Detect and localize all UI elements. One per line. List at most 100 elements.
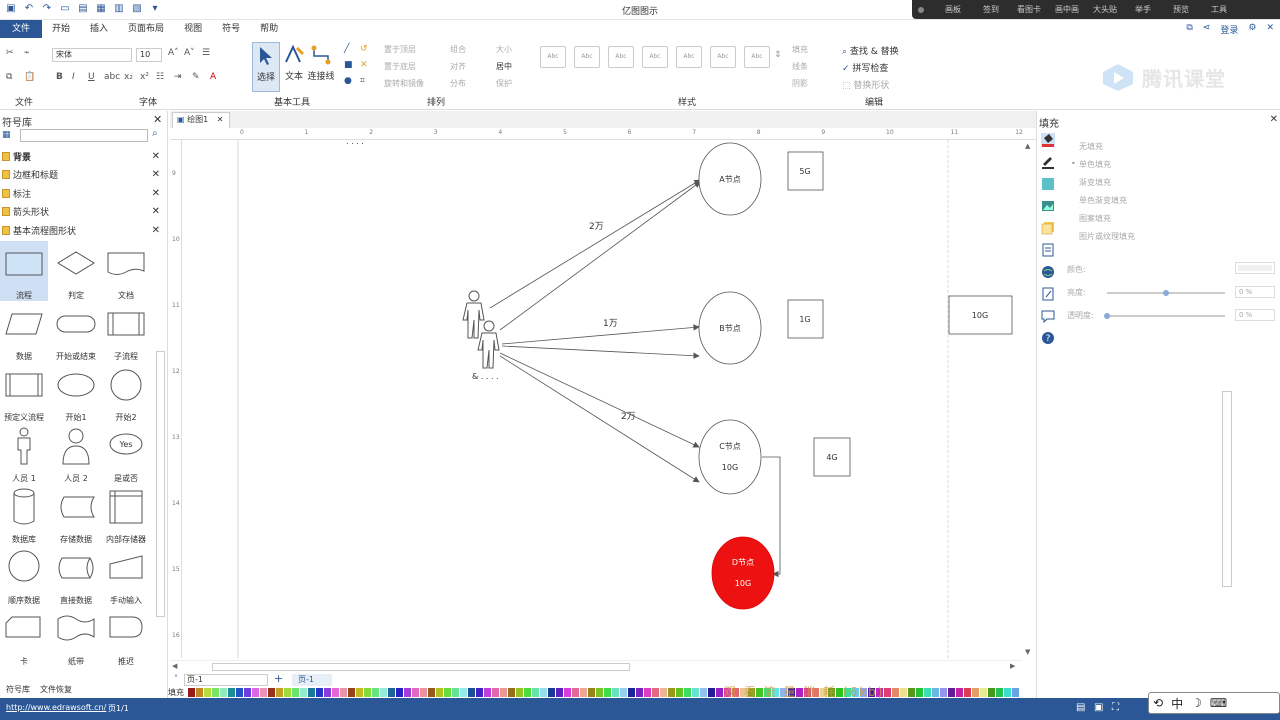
color-swatch[interactable] (692, 688, 699, 697)
format-painter-icon[interactable]: ⌁ (24, 48, 29, 58)
color-swatch[interactable] (660, 688, 667, 697)
toolbar-grip-icon[interactable] (918, 6, 924, 13)
color-swatch[interactable] (652, 688, 659, 697)
anchor-icon[interactable]: ⌗ (360, 76, 365, 86)
style-preset[interactable]: Abc (608, 46, 634, 68)
color-swatch[interactable] (716, 688, 723, 697)
solid-fill-option[interactable]: • 单色填充 (1071, 159, 1111, 170)
color-swatch[interactable] (284, 688, 291, 697)
shape-start-1[interactable]: 开始1 (52, 363, 100, 423)
no-fill-option[interactable]: 无填充 (1079, 141, 1103, 152)
category-arrows[interactable]: 箭头形状 ✕ (0, 202, 166, 220)
color-swatch[interactable] (612, 688, 619, 697)
shape-database[interactable]: 数据库 (0, 485, 48, 545)
cross-icon[interactable]: ✕ (360, 60, 368, 70)
menu-help[interactable]: 帮助 (250, 20, 288, 38)
color-swatch[interactable] (564, 688, 571, 697)
style-preset[interactable]: Abc (574, 46, 600, 68)
scroll-right-icon[interactable]: ▶ (1010, 662, 1015, 670)
color-swatch[interactable] (556, 688, 563, 697)
center-button[interactable]: 居中 (496, 61, 512, 72)
line-icon[interactable]: ╱ (344, 44, 349, 54)
scroll-down-icon[interactable]: ▼ (1025, 648, 1030, 656)
strikethrough-icon[interactable]: abc (104, 72, 120, 82)
spell-check-button[interactable]: ✓ 拼写检查 (842, 61, 888, 74)
distribute-button[interactable]: 分布 (450, 78, 466, 89)
color-swatch[interactable] (540, 688, 547, 697)
color-swatch[interactable] (684, 688, 691, 697)
moon-icon[interactable]: ☽ (1191, 696, 1202, 710)
toolbar-item-preview[interactable]: 预览 (1162, 4, 1200, 15)
dock-icon[interactable]: ⧉ (1186, 23, 1192, 36)
document-tab[interactable]: ▣ 绘图1 ✕ (172, 112, 230, 128)
color-swatch[interactable] (916, 688, 923, 697)
align-button[interactable]: 对齐 (450, 61, 466, 72)
shape-card[interactable]: 卡 (0, 607, 48, 667)
edge-to-b-2[interactable] (501, 345, 700, 359)
login-link[interactable]: 登录 (1220, 23, 1238, 36)
font-color-icon[interactable]: A (210, 72, 216, 82)
color-swatch[interactable] (324, 688, 331, 697)
color-swatch[interactable] (524, 688, 531, 697)
style-preset[interactable]: Abc (642, 46, 668, 68)
color-swatch[interactable] (308, 688, 315, 697)
fullscreen-icon[interactable]: ⛶ (1112, 702, 1119, 713)
toolbar-item-tools[interactable]: 工具 (1200, 4, 1238, 15)
color-swatch[interactable] (332, 688, 339, 697)
edge-person1-to-a[interactable] (489, 179, 701, 309)
category-background[interactable]: 背景 ✕ (0, 147, 166, 165)
share-icon[interactable]: ⋖ (1203, 23, 1211, 36)
close-icon[interactable]: ✕ (152, 188, 160, 199)
color-swatch[interactable] (300, 688, 307, 697)
globe-icon[interactable] (1041, 265, 1055, 279)
rectangle-icon[interactable]: ■ (344, 60, 353, 70)
shape-start-2[interactable]: 开始2 (102, 363, 150, 423)
shape-person-1[interactable]: 人员 1 (0, 424, 48, 484)
color-swatch[interactable] (492, 688, 499, 697)
fill-style-button[interactable]: 填充 (792, 44, 808, 55)
color-swatch[interactable] (292, 688, 299, 697)
shape-person-2[interactable]: 人员 2 (52, 424, 100, 484)
horizontal-scroll-thumb[interactable] (212, 663, 630, 671)
paste-icon[interactable]: 📋 (24, 72, 35, 82)
color-swatch[interactable] (700, 688, 707, 697)
find-replace-button[interactable]: ⌕ 查找 & 替换 (842, 44, 899, 57)
color-swatch[interactable] (212, 688, 219, 697)
superscript-icon[interactable]: x² (140, 72, 149, 82)
color-swatch[interactable] (516, 688, 523, 697)
font-family-select[interactable]: 宋体 (52, 48, 132, 62)
color-swatch[interactable] (948, 688, 955, 697)
fill-bucket-icon[interactable] (1041, 133, 1055, 147)
close-icon[interactable]: ✕ (152, 151, 160, 162)
color-swatch[interactable] (356, 688, 363, 697)
website-link[interactable]: http://www.edrawsoft.cn/ (6, 703, 106, 712)
edge-to-c-1[interactable] (499, 352, 700, 448)
shrink-font-icon[interactable]: A˅ (184, 48, 195, 58)
grow-font-icon[interactable]: A˄ (168, 48, 179, 58)
collapse-icon[interactable]: ˄ (174, 674, 178, 683)
transparency-slider[interactable] (1104, 313, 1225, 319)
italic-icon[interactable]: I (72, 72, 75, 82)
color-swatch[interactable] (420, 688, 427, 697)
replace-shape-button[interactable]: ⬚ 替换形状 (842, 78, 889, 91)
color-swatch[interactable] (268, 688, 275, 697)
menu-home[interactable]: 开始 (42, 20, 80, 38)
protect-button[interactable]: 保护 (496, 78, 512, 89)
menu-insert[interactable]: 插入 (80, 20, 118, 38)
page-selector[interactable]: 页-1 (184, 674, 268, 686)
indent-icon[interactable]: ⇥ (174, 72, 182, 82)
color-swatch[interactable] (996, 688, 1003, 697)
toolbar-item-sticker[interactable]: 大头贴 (1086, 4, 1124, 15)
close-icon[interactable]: ✕ (152, 169, 160, 180)
color-swatch[interactable] (604, 688, 611, 697)
color-swatch[interactable] (484, 688, 491, 697)
shape-sequential-data[interactable]: 顺序数据 (0, 546, 48, 606)
color-swatch[interactable] (892, 688, 899, 697)
close-icon[interactable]: ✕ (217, 115, 224, 124)
color-swatch[interactable] (228, 688, 235, 697)
canvas-horizontal-scrollbar[interactable]: ◀ ▶ (170, 660, 1022, 672)
image-icon[interactable] (1041, 199, 1055, 213)
color-swatch[interactable] (980, 688, 987, 697)
bring-to-front-button[interactable]: 置于顶层 (384, 44, 416, 55)
color-swatch[interactable] (644, 688, 651, 697)
